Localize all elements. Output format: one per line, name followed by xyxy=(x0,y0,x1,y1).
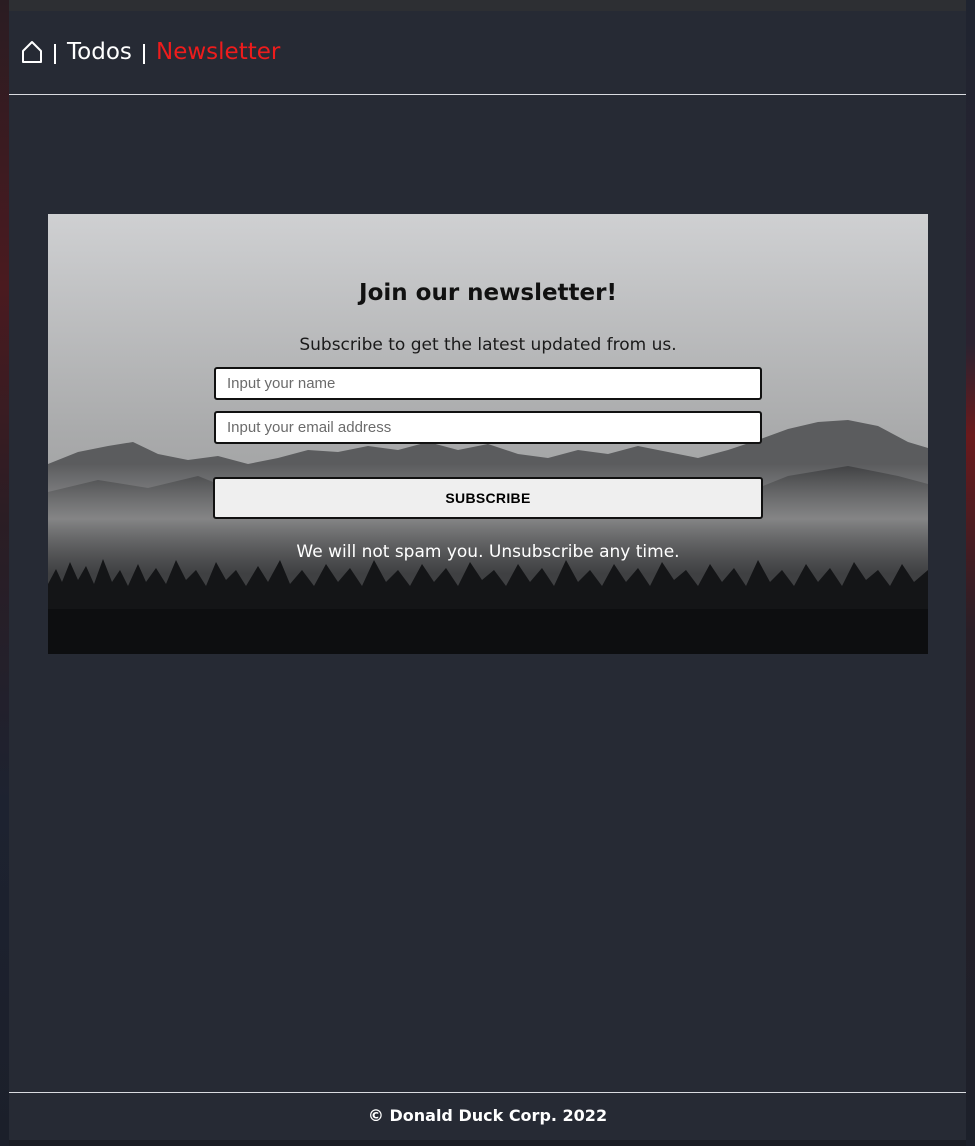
newsletter-section: Join our newsletter! Subscribe to get th… xyxy=(48,214,928,654)
newsletter-form: Join our newsletter! Subscribe to get th… xyxy=(48,214,928,654)
nav-link-todos[interactable]: Todos xyxy=(67,37,132,67)
subscribe-button[interactable]: SUBSCRIBE xyxy=(213,477,763,519)
nav-separator xyxy=(143,44,145,64)
email-input[interactable] xyxy=(214,411,762,444)
footer: © Donald Duck Corp. 2022 xyxy=(9,1092,966,1140)
no-spam-note: We will not spam you. Unsubscribe any ti… xyxy=(296,542,680,562)
nav-link-newsletter[interactable]: Newsletter xyxy=(156,37,280,67)
navbar: Todos Newsletter xyxy=(9,11,966,95)
newsletter-title: Join our newsletter! xyxy=(359,280,617,306)
newsletter-subtitle: Subscribe to get the latest updated from… xyxy=(299,335,677,355)
home-icon xyxy=(22,41,42,63)
home-link[interactable] xyxy=(21,40,43,64)
nav-separator xyxy=(54,44,56,64)
window-top-bar xyxy=(9,0,966,11)
copyright-text: © Donald Duck Corp. 2022 xyxy=(367,1106,608,1125)
name-input[interactable] xyxy=(214,367,762,400)
desktop-background-left xyxy=(0,0,9,1146)
app-window: Todos Newsletter Join our newsletter! Su… xyxy=(9,0,966,1140)
desktop-background-right xyxy=(966,0,975,1146)
